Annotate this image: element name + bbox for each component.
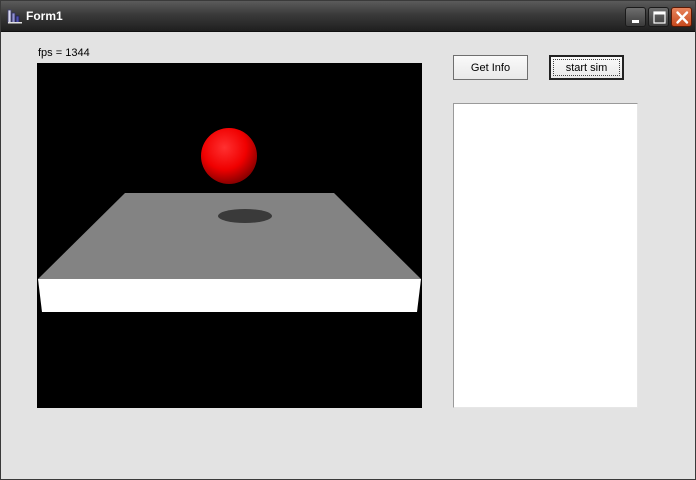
red-sphere	[201, 128, 257, 184]
minimize-icon	[632, 20, 639, 23]
main-window: Form1 fps = 1344 Get Info start sim	[0, 0, 696, 480]
platform-shadow	[218, 209, 272, 223]
window-title: Form1	[26, 9, 63, 23]
platform-top	[38, 193, 421, 279]
fps-label: fps = 1344	[38, 47, 90, 59]
title-bar[interactable]: Form1	[1, 1, 695, 32]
start-sim-button[interactable]: start sim	[549, 55, 624, 80]
render-viewport[interactable]	[37, 63, 422, 408]
minimize-button[interactable]	[625, 7, 646, 27]
scene-canvas	[38, 128, 421, 312]
get-info-button[interactable]: Get Info	[453, 55, 528, 80]
maximize-icon	[653, 11, 666, 24]
close-button[interactable]	[671, 7, 692, 27]
platform-front	[38, 279, 421, 312]
app-icon	[7, 9, 22, 24]
info-list-box[interactable]	[453, 103, 638, 408]
maximize-button[interactable]	[648, 7, 669, 27]
start-sim-label: start sim	[565, 61, 608, 74]
close-icon	[676, 11, 689, 24]
